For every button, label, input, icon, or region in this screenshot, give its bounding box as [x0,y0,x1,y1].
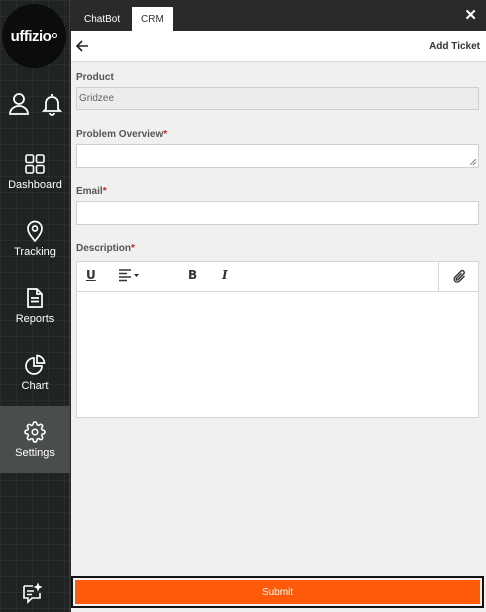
sidebar-item-label: Reports [15,312,55,325]
bell-icon[interactable] [41,92,63,116]
tab-chatbot[interactable]: ChatBot [75,7,129,31]
description-editor: U B I [76,261,479,418]
sidebar-item-chart[interactable]: Chart [0,339,70,406]
product-value: Gridzee [79,93,115,104]
align-dropdown[interactable] [118,268,140,282]
submit-focus-ring: Submit [71,576,484,608]
toolbar-divider [438,262,439,292]
description-label: Description* [76,243,135,254]
description-textarea[interactable] [77,293,478,417]
required-mark: * [131,243,135,254]
sidebar-top-icons [0,92,70,116]
product-label: Product [76,72,114,83]
add-ticket-panel: Add Ticket Product Gridzee Problem Overv… [71,31,486,612]
chat-sparkle-icon[interactable] [21,582,43,604]
email-label: Email* [76,186,107,197]
pie-chart-icon [25,354,46,375]
tab-bar: ChatBot CRM ✕ [71,0,486,31]
attachment-icon[interactable] [453,269,467,285]
panel-header: Add Ticket [71,31,486,62]
logo-text: uffizio [10,27,52,45]
grid-icon [25,153,45,174]
email-field[interactable] [76,201,479,225]
tab-crm[interactable]: CRM [132,7,173,31]
sidebar-item-label: Settings [15,446,55,459]
required-mark: * [163,129,168,140]
sidebar-item-tracking[interactable]: Tracking [0,205,70,272]
close-button[interactable]: ✕ [464,8,477,23]
sidebar-item-label: Tracking [14,245,56,258]
required-mark: * [102,186,107,197]
sidebar-item-label: Chart [21,379,49,392]
sidebar: uffizio Dashboard Tracking Reports Chart… [0,0,70,612]
underline-button[interactable]: U [86,268,96,282]
sidebar-item-dashboard[interactable]: Dashboard [0,138,70,205]
align-left-icon [119,269,139,282]
brand-logo[interactable]: uffizio [2,4,66,68]
gear-icon [24,420,46,443]
resize-handle-icon[interactable] [470,159,476,165]
italic-button[interactable]: I [222,268,228,282]
problem-overview-label: Problem Overview* [76,129,168,140]
back-arrow-icon[interactable] [75,39,89,53]
editor-toolbar: U B I [77,262,478,292]
problem-overview-textarea[interactable] [76,144,479,168]
map-pin-icon [27,220,43,242]
bold-button[interactable]: B [188,268,197,282]
user-icon[interactable] [8,92,30,116]
document-icon [27,287,43,308]
sidebar-item-settings[interactable]: Settings [0,406,70,473]
product-field: Gridzee [76,87,479,110]
page-title: Add Ticket [429,41,480,52]
sidebar-item-reports[interactable]: Reports [0,272,70,339]
submit-button[interactable]: Submit [75,580,480,604]
sidebar-item-label: Dashboard [8,178,62,191]
